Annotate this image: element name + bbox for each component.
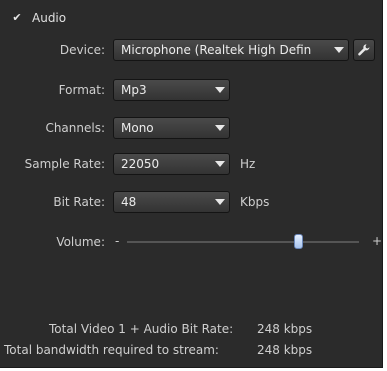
sample-rate-select[interactable]: 22050 [113,153,230,175]
bit-rate-select-value: 48 [121,195,137,209]
chevron-down-icon [211,192,229,212]
bit-rate-label: Bit Rate: [53,195,105,209]
bit-rate-unit: Kbps [240,195,270,209]
channels-label: Channels: [45,121,105,135]
chevron-down-icon [330,40,348,60]
format-select-value: Mp3 [121,83,147,97]
bit-rate-select[interactable]: 48 [113,191,230,213]
wrench-icon[interactable] [353,39,375,61]
volume-minus: - [115,234,120,248]
chevron-down-icon [211,118,229,138]
audio-checkbox[interactable]: ✔ [11,12,23,24]
chevron-down-icon [211,80,229,100]
volume-slider-thumb[interactable] [294,234,304,249]
device-label: Device: [59,43,105,57]
audio-settings-panel: ✔ Audio Device: Microphone (Realtek High… [0,0,383,368]
device-select[interactable]: Microphone (Realtek High Defin [113,39,349,61]
sample-rate-select-value: 22050 [121,157,160,171]
format-label: Format: [58,83,105,97]
chevron-down-icon [211,154,229,174]
sample-rate-unit: Hz [240,157,256,171]
total-bandwidth-label: Total bandwidth required to stream: [4,343,219,357]
format-select[interactable]: Mp3 [113,79,230,101]
volume-label: Volume: [56,235,105,249]
volume-slider-track[interactable] [127,241,359,243]
total-bandwidth-value: 248 kbps [257,343,313,357]
channels-select[interactable]: Mono [113,117,230,139]
total-bit-rate-label: Total Video 1 + Audio Bit Rate: [49,322,234,336]
device-select-value: Microphone (Realtek High Defin [121,43,312,57]
volume-plus: + [372,234,383,248]
channels-select-value: Mono [121,121,154,135]
sample-rate-label: Sample Rate: [24,157,105,171]
audio-checkbox-label[interactable]: Audio [32,11,66,25]
total-bit-rate-value: 248 kbps [257,322,313,336]
